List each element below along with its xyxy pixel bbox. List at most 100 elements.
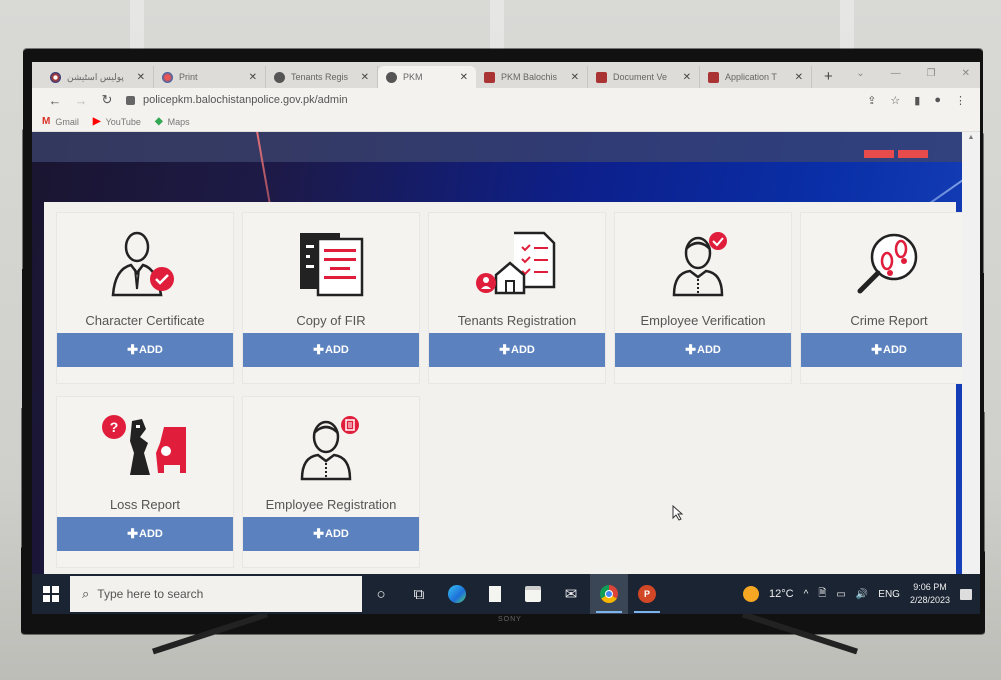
close-tab-icon[interactable]: ✕ bbox=[795, 72, 803, 83]
weather-temperature[interactable]: 12°C bbox=[769, 588, 794, 600]
close-tab-icon[interactable]: ✕ bbox=[249, 72, 257, 83]
browser-tab[interactable]: Tenants Regis ✕ bbox=[266, 66, 378, 88]
task-view-icon: ⧉ bbox=[413, 585, 425, 603]
plus-icon: ✚ bbox=[313, 526, 325, 541]
card-label: Tenants Registration bbox=[457, 313, 577, 328]
service-card-loss-report: ? Loss Report ✚ ADD bbox=[56, 396, 234, 568]
bookmark-youtube[interactable]: ▶ YouTube bbox=[93, 116, 141, 127]
reload-button[interactable]: ↻ bbox=[94, 92, 120, 108]
show-hidden-icons-chevron-icon[interactable]: ^ bbox=[804, 589, 809, 600]
back-button[interactable]: ← bbox=[42, 93, 68, 108]
plus-icon: ✚ bbox=[499, 342, 511, 357]
address-bar[interactable]: policepkm.balochistanpolice.gov.pk/admin bbox=[126, 90, 867, 110]
forward-button[interactable]: → bbox=[68, 93, 94, 108]
bookmark-label: Gmail bbox=[55, 116, 79, 127]
service-card-crime-report: Crime Report ✚ ADD bbox=[800, 212, 962, 384]
notification-center-icon[interactable] bbox=[960, 588, 972, 600]
browser-tab-strip: پولیس اسٹیشن ✕ Print ✕ Tenants Regis ✕ P… bbox=[32, 62, 980, 88]
header-buttons bbox=[864, 150, 928, 158]
shield-icon bbox=[596, 71, 607, 83]
add-character-certificate-button[interactable]: ✚ ADD bbox=[57, 333, 233, 367]
file-icon bbox=[489, 586, 501, 602]
employee-document-icon bbox=[296, 409, 366, 487]
clock-time: 9:06 PM bbox=[913, 582, 947, 592]
meet-now-icon[interactable]: 🗎 bbox=[818, 586, 826, 603]
minimize-button[interactable]: — bbox=[891, 68, 901, 79]
edge-app[interactable] bbox=[438, 574, 476, 614]
police-logo-icon bbox=[50, 71, 61, 83]
browser-tab[interactable]: Print ✕ bbox=[154, 66, 266, 88]
close-tab-icon[interactable]: ✕ bbox=[361, 72, 369, 83]
close-window-button[interactable]: ✕ bbox=[962, 68, 970, 79]
new-tab-button[interactable]: + bbox=[824, 68, 833, 85]
bookmark-label: YouTube bbox=[105, 116, 141, 127]
menu-kebab-icon[interactable]: ⋮ bbox=[955, 94, 966, 107]
start-button[interactable] bbox=[32, 574, 70, 614]
card-label: Copy of FIR bbox=[296, 313, 366, 328]
button-label: ADD bbox=[325, 528, 349, 540]
powerpoint-app[interactable]: P bbox=[628, 574, 666, 614]
cortana-circle-icon: ○ bbox=[376, 585, 386, 603]
taskbar-search-input[interactable]: ⌕ Type here to search bbox=[70, 576, 362, 612]
add-loss-report-button[interactable]: ✚ ADD bbox=[57, 517, 233, 551]
cortana-button[interactable]: ○ bbox=[362, 574, 400, 614]
browser-tab[interactable]: پولیس اسٹیشن ✕ bbox=[42, 66, 154, 88]
add-copy-of-fir-button[interactable]: ✚ ADD bbox=[243, 333, 419, 367]
side-panel-icon[interactable]: ▮ bbox=[914, 94, 920, 107]
page-scrollbar[interactable]: ▲ bbox=[962, 132, 980, 574]
network-icon[interactable]: ▭ bbox=[836, 589, 845, 600]
header-button[interactable] bbox=[898, 150, 928, 158]
bookmark-star-icon[interactable]: ☆ bbox=[890, 94, 900, 107]
close-tab-icon[interactable]: ✕ bbox=[571, 72, 579, 83]
shield-icon bbox=[708, 71, 719, 83]
close-tab-icon[interactable]: ✕ bbox=[683, 72, 691, 83]
file-explorer-app[interactable] bbox=[476, 574, 514, 614]
close-tab-icon[interactable]: ✕ bbox=[460, 72, 468, 83]
language-indicator[interactable]: ENG bbox=[878, 589, 900, 600]
plus-icon: ✚ bbox=[127, 342, 139, 357]
mouse-cursor-icon bbox=[672, 504, 684, 526]
service-card-employee-verification: Employee Verification ✚ ADD bbox=[614, 212, 792, 384]
mail-app[interactable]: ✉ bbox=[552, 574, 590, 614]
bookmark-maps[interactable]: ◆ Maps bbox=[155, 116, 190, 127]
add-crime-report-button[interactable]: ✚ ADD bbox=[801, 333, 962, 367]
button-label: ADD bbox=[139, 344, 163, 356]
weather-sun-icon[interactable] bbox=[743, 586, 760, 602]
task-view-button[interactable]: ⧉ bbox=[400, 574, 438, 614]
profile-icon[interactable]: ● bbox=[934, 94, 941, 107]
store-app[interactable] bbox=[514, 574, 552, 614]
browser-tab[interactable]: Document Ve ✕ bbox=[588, 66, 700, 88]
chrome-app[interactable] bbox=[590, 574, 628, 614]
browser-tab[interactable]: PKM Balochis ✕ bbox=[476, 66, 588, 88]
bookmark-gmail[interactable]: M Gmail bbox=[42, 116, 79, 127]
clock[interactable]: 9:06 PM 2/28/2023 bbox=[910, 581, 950, 607]
tab-title: Tenants Regis bbox=[291, 72, 349, 82]
card-label: Loss Report bbox=[109, 497, 181, 512]
share-icon[interactable]: ⇪ bbox=[867, 94, 876, 107]
clock-date: 2/28/2023 bbox=[909, 595, 950, 605]
document-copy-icon bbox=[296, 225, 366, 303]
browser-tab-active[interactable]: PKM ✕ bbox=[378, 66, 476, 88]
mail-icon: ✉ bbox=[564, 586, 578, 603]
tenant-house-checklist-icon bbox=[472, 225, 562, 303]
add-tenants-registration-button[interactable]: ✚ ADD bbox=[429, 333, 605, 367]
browser-tab[interactable]: Application T ✕ bbox=[700, 66, 812, 88]
certified-person-icon bbox=[105, 225, 185, 303]
add-employee-verification-button[interactable]: ✚ ADD bbox=[615, 333, 791, 367]
shield-icon bbox=[484, 71, 495, 83]
search-placeholder: Type here to search bbox=[97, 587, 204, 601]
page-content: Character Certificate ✚ ADD Copy of FIR … bbox=[32, 132, 962, 574]
add-employee-registration-button[interactable]: ✚ ADD bbox=[243, 517, 419, 551]
volume-icon[interactable]: 🔊 bbox=[856, 589, 868, 600]
scroll-up-icon[interactable]: ▲ bbox=[962, 134, 980, 141]
maximize-button[interactable]: ❐ bbox=[927, 68, 936, 79]
maps-icon: ◆ bbox=[154, 116, 163, 127]
bookmarks-bar: M Gmail ▶ YouTube ◆ Maps bbox=[32, 112, 980, 132]
chrome-icon bbox=[600, 585, 618, 603]
header-button[interactable] bbox=[864, 150, 894, 158]
close-tab-icon[interactable]: ✕ bbox=[137, 72, 145, 83]
browser-toolbar: ← → ↻ policepkm.balochistanpolice.gov.pk… bbox=[32, 88, 980, 112]
card-label: Employee Verification bbox=[640, 313, 766, 328]
tab-search-icon[interactable]: ⌄ bbox=[856, 68, 864, 79]
card-label: Character Certificate bbox=[85, 313, 205, 328]
